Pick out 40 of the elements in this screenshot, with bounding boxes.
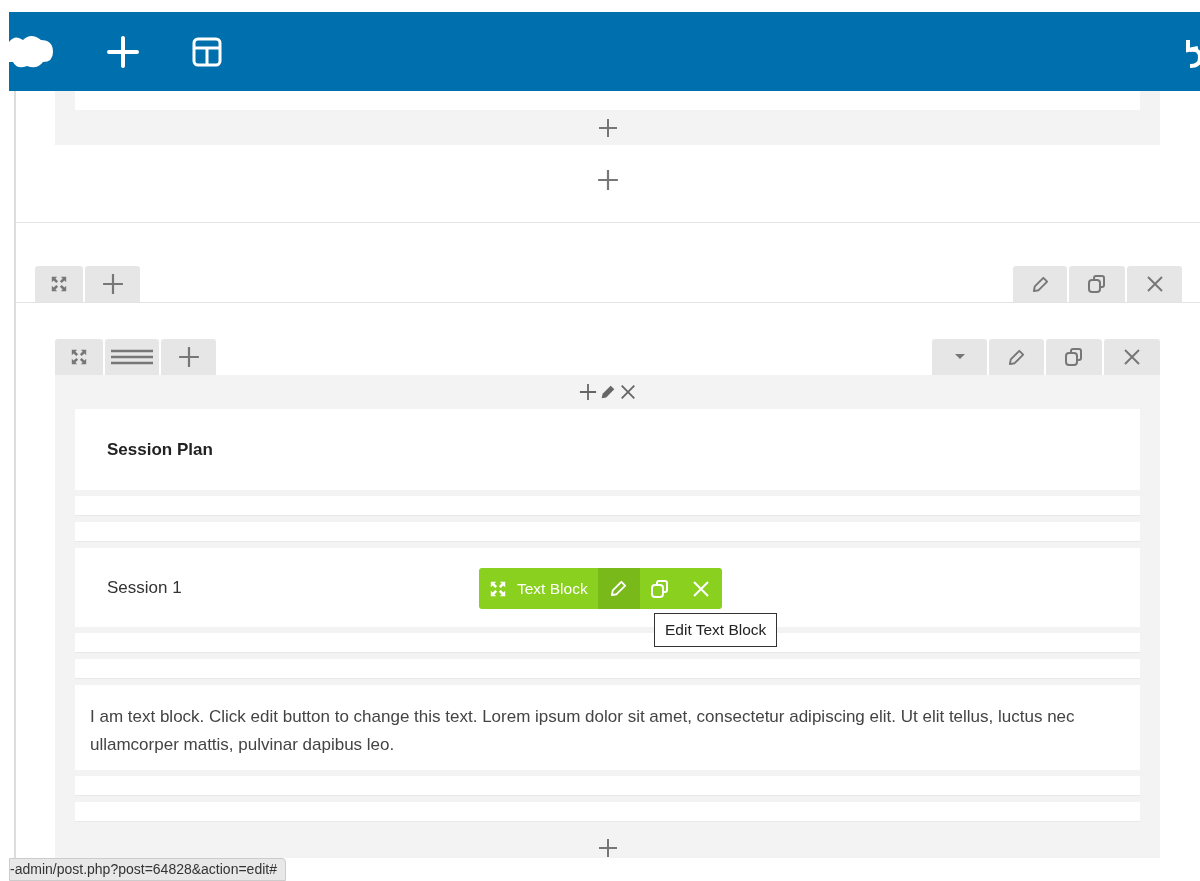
add-icon bbox=[101, 273, 124, 295]
add-button[interactable] bbox=[85, 266, 140, 302]
duplicate-button[interactable] bbox=[1069, 266, 1125, 302]
duplicate-icon bbox=[1064, 347, 1084, 367]
close-icon bbox=[690, 578, 711, 599]
move-button[interactable] bbox=[35, 266, 83, 302]
add-icon[interactable] bbox=[597, 118, 618, 138]
edit-button[interactable] bbox=[989, 339, 1044, 375]
add-icon bbox=[177, 346, 200, 368]
layout-icon[interactable] bbox=[191, 35, 223, 68]
edit-button[interactable] bbox=[597, 568, 640, 609]
close-icon bbox=[1144, 274, 1165, 294]
session-text: Session 1 bbox=[107, 576, 182, 599]
move-icon bbox=[489, 579, 507, 598]
caret-icon bbox=[954, 354, 965, 360]
close-icon[interactable] bbox=[618, 383, 637, 401]
pencil-icon bbox=[609, 579, 629, 598]
drag-handle-icon bbox=[110, 347, 154, 367]
duplicate-icon bbox=[649, 578, 670, 599]
close-icon bbox=[1122, 347, 1142, 367]
add-icon[interactable] bbox=[597, 838, 618, 858]
drag-button[interactable] bbox=[105, 339, 159, 375]
move-icon bbox=[50, 275, 68, 293]
tooltip: Edit Text Block bbox=[654, 613, 778, 647]
element-move-handle[interactable]: Text Block bbox=[479, 568, 598, 609]
delete-button[interactable] bbox=[1127, 266, 1182, 302]
status-bar: -admin/post.php?post=64828&action=edit# bbox=[9, 858, 286, 881]
add-icon[interactable] bbox=[597, 169, 619, 191]
pencil-icon bbox=[1030, 274, 1050, 294]
edit-button[interactable] bbox=[1013, 266, 1067, 302]
delete-button[interactable] bbox=[1104, 339, 1160, 375]
add-button[interactable] bbox=[161, 339, 216, 375]
paragraph-text: I am text block. Click edit button to change this text. Lorem ipsum dolor sit amet, consectetur adipiscing elit. Ut elit tellus, luctus nec ullamcorper mattis, pulvinar dapibus leo. bbox=[90, 706, 1076, 756]
duplicate-icon bbox=[1087, 274, 1107, 294]
add-icon[interactable] bbox=[578, 383, 597, 401]
heading-text: Session Plan bbox=[107, 438, 213, 461]
move-icon bbox=[70, 348, 88, 366]
pencil-icon bbox=[1007, 347, 1026, 367]
move-button[interactable] bbox=[55, 339, 103, 375]
duplicate-button[interactable] bbox=[1046, 339, 1102, 375]
